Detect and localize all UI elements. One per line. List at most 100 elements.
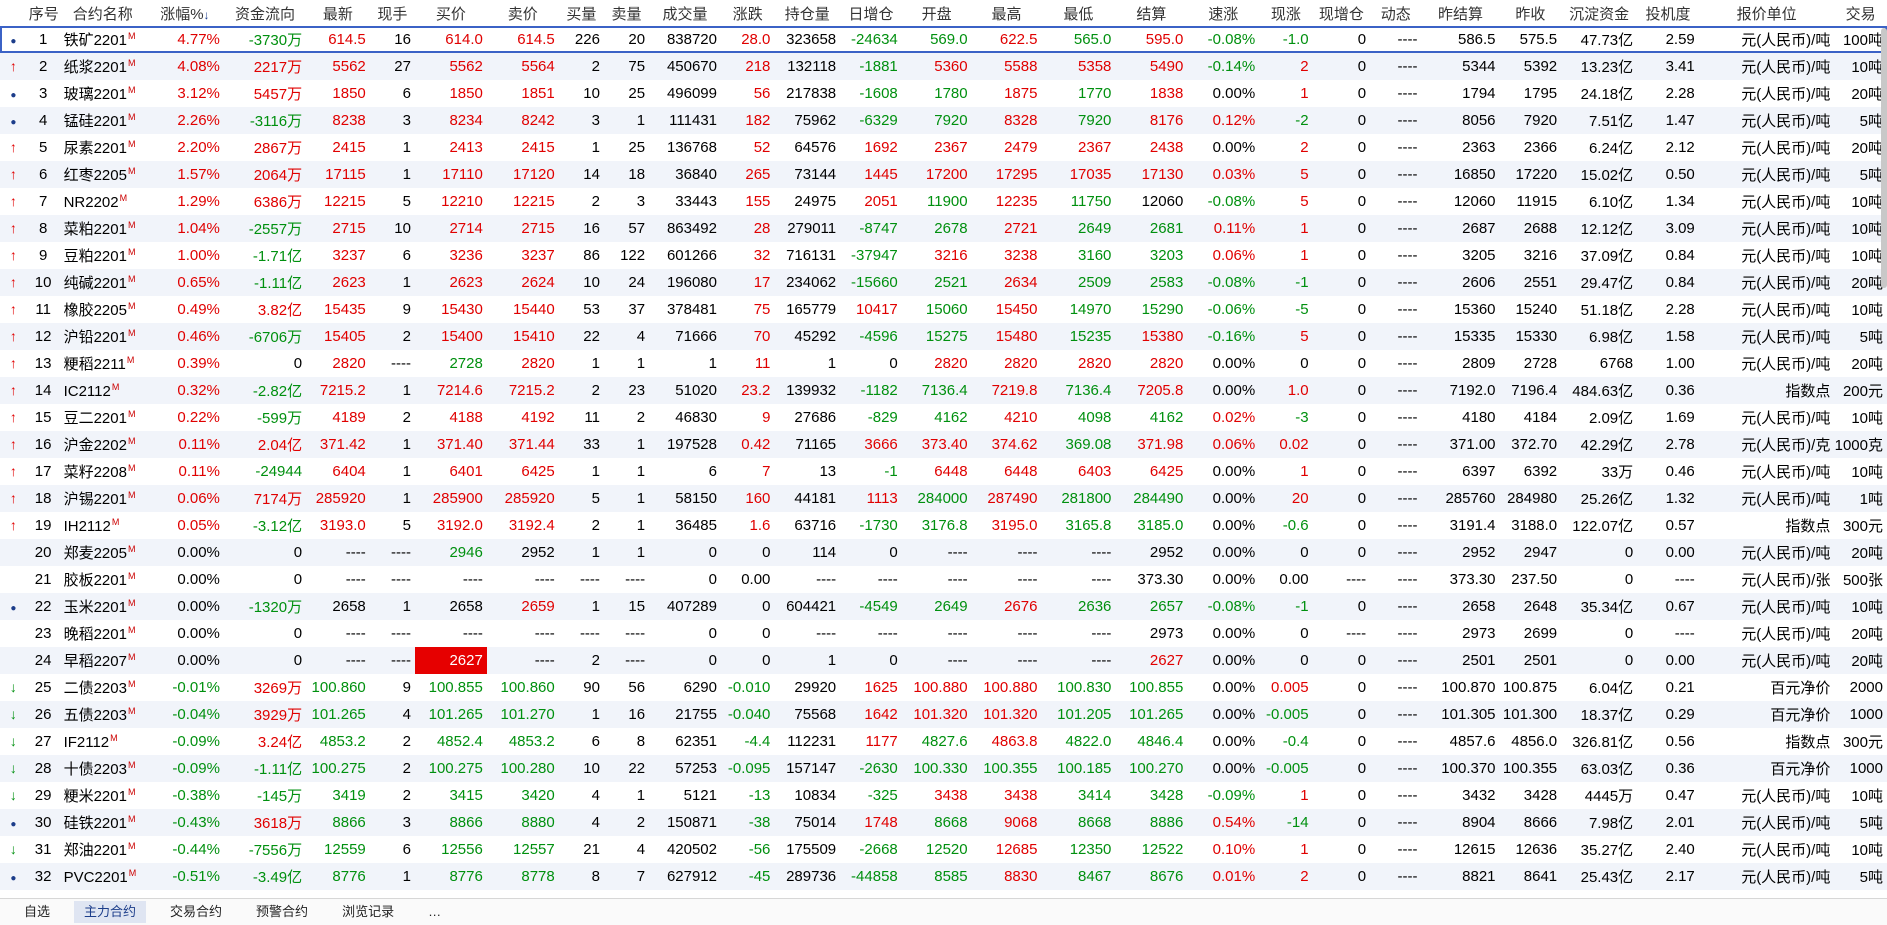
contract-name[interactable]: 粳稻2211: [64, 356, 126, 373]
contract-name[interactable]: 尿素2201: [64, 140, 127, 157]
table-row[interactable]: ↓ 29 粳米2201M -0.38% -145万 3419 2 3415 3420 4 1 5121…: [0, 782, 1887, 809]
vertical-scrollbar[interactable]: [1881, 28, 1887, 288]
table-row[interactable]: ↑ 5 尿素2201M 2.20% 2867万 2415 1 2413 2415 1 25 13676…: [0, 134, 1887, 161]
col-header-now_oi[interactable]: 现增仓: [1313, 0, 1371, 26]
table-row[interactable]: 23 晚稻2201M 0.00% 0 ---- ---- ---- ---- ---- ---- 0…: [0, 620, 1887, 647]
col-header-bid[interactable]: 买价: [415, 0, 487, 26]
contract-name[interactable]: 红枣2205: [64, 167, 127, 184]
contract-name[interactable]: 豆粕2201: [64, 248, 127, 265]
table-row[interactable]: ● 22 玉米2201M 0.00% -1320万 2658 1 2658 2659 1 15 407…: [0, 593, 1887, 620]
tab-1[interactable]: 自选: [14, 901, 60, 923]
contract-name[interactable]: 二债2203: [64, 680, 127, 697]
col-header-bid_qty[interactable]: 买量: [559, 0, 604, 26]
table-row[interactable]: ● 3 玻璃2201M 3.12% 5457万 1850 6 1850 1851 10 25 4960…: [0, 80, 1887, 107]
col-header-dyn[interactable]: 动态: [1370, 0, 1421, 26]
col-header-speed[interactable]: 速涨: [1187, 0, 1259, 26]
table-row[interactable]: ↓ 28 十债2203M -0.09% -1.11亿 100.275 2 100.275 100…: [0, 755, 1887, 782]
col-header-pre_close[interactable]: 昨收: [1500, 0, 1562, 26]
tab-6[interactable]: …: [418, 901, 451, 923]
contract-name[interactable]: 豆二2201: [64, 410, 127, 427]
contract-name[interactable]: 十债2203: [64, 761, 127, 778]
contract-name[interactable]: IF2112: [64, 734, 110, 751]
table-row[interactable]: ● 30 硅铁2201M -0.43% 3618万 8866 3 8866 8880 4 2 1508…: [0, 809, 1887, 836]
table-row[interactable]: ↓ 31 郑油2201M -0.44% -7556万 12559 6 12556 12557 21…: [0, 836, 1887, 863]
col-header-high[interactable]: 最高: [972, 0, 1042, 26]
contract-name[interactable]: 菜籽2208: [64, 464, 127, 481]
col-header-settle[interactable]: 结算: [1115, 0, 1187, 26]
col-header-change[interactable]: 涨跌: [721, 0, 774, 26]
tab-5[interactable]: 浏览记录: [332, 901, 404, 923]
table-row[interactable]: ↑ 19 IH2112M 0.05% -3.12亿 3193.0 5 3192.0 3192.4…: [0, 512, 1887, 539]
contract-name[interactable]: 沪锡2201: [64, 491, 127, 508]
contract-name[interactable]: 硅铁2201: [64, 815, 127, 832]
col-header-pre_settle[interactable]: 昨结算: [1421, 0, 1499, 26]
table-row[interactable]: ↑ 2 纸浆2201M 4.08% 2217万 5562 27 5562 5564 2 75 4506…: [0, 53, 1887, 80]
col-header-oi_chg[interactable]: 日增仓: [840, 0, 902, 26]
table-row[interactable]: 21 胶板2201M 0.00% 0 ---- ---- ---- ---- ---- ---- 0…: [0, 566, 1887, 593]
col-header-low[interactable]: 最低: [1041, 0, 1115, 26]
tab-2[interactable]: 主力合约: [74, 901, 147, 923]
table-row[interactable]: ↓ 26 五债2203M -0.04% 3929万 101.265 4 101.265 101.…: [0, 701, 1887, 728]
contract-name[interactable]: 纸浆2201: [64, 59, 127, 76]
table-row[interactable]: ↑ 10 纯碱2201M 0.65% -1.11亿 2623 1 2623 2624 10 24 19…: [0, 269, 1887, 296]
contract-name[interactable]: IC2112: [64, 383, 111, 400]
col-header-pct[interactable]: 涨幅%↓: [146, 0, 224, 26]
col-header-vol_now[interactable]: 现手: [370, 0, 415, 26]
col-header-ask_qty[interactable]: 卖量: [604, 0, 649, 26]
table-row[interactable]: ↑ 8 菜粕2201M 1.04% -2557万 2715 10 2714 2715 16 57 86…: [0, 215, 1887, 242]
col-header-sediment[interactable]: 沉淀资金: [1561, 0, 1637, 26]
table-row[interactable]: ↑ 13 粳稻2211M 0.39% 0 2820 ---- 2728 2820 1 1 1 11 1 0 2…: [0, 350, 1887, 377]
contract-name[interactable]: 五债2203: [64, 707, 127, 724]
table-row[interactable]: ↑ 7 NR2202M 1.29% 6386万 12215 5 12210 12215 2 3 334…: [0, 188, 1887, 215]
contract-name[interactable]: 沪铅2201: [64, 329, 127, 346]
contract-name[interactable]: 橡胶2205: [64, 302, 127, 319]
contract-name[interactable]: 晚稻2201: [64, 626, 127, 643]
table-row[interactable]: 20 郑麦2205M 0.00% 0 ---- ---- 2946 2952 1 1 0 0 114 0 -…: [0, 539, 1887, 566]
contract-name[interactable]: PVC2201: [64, 869, 128, 886]
contract-name[interactable]: 玉米2201: [64, 599, 127, 616]
col-header-oi[interactable]: 持仓量: [774, 0, 840, 26]
contract-name[interactable]: 早稻2207: [64, 653, 127, 670]
table-row[interactable]: ↓ 27 IF2112M -0.09% 3.24亿 4853.2 2 4852.4 4853.2…: [0, 728, 1887, 755]
contract-name[interactable]: 胶板2201: [64, 572, 127, 589]
contract-name[interactable]: 沪金2202: [64, 437, 127, 454]
table-row[interactable]: ↓ 25 二债2203M -0.01% 3269万 100.860 9 100.855 100.…: [0, 674, 1887, 701]
contract-name[interactable]: 郑油2201: [64, 842, 127, 859]
col-header-seq[interactable]: 序号: [27, 0, 60, 26]
table-row[interactable]: ↑ 11 橡胶2205M 0.49% 3.82亿 15435 9 15430 15440 53 37…: [0, 296, 1887, 323]
contract-name[interactable]: 郑麦2205: [64, 545, 127, 562]
col-header-flow[interactable]: 资金流向: [224, 0, 306, 26]
tab-4[interactable]: 预警合约: [246, 901, 318, 923]
col-header-unit[interactable]: 报价单位: [1699, 0, 1835, 26]
col-header-mark[interactable]: [0, 0, 27, 26]
table-row[interactable]: ↑ 16 沪金2202M 0.11% 2.04亿 371.42 1 371.40 371.44 3…: [0, 431, 1887, 458]
contract-name[interactable]: 玻璃2201: [64, 86, 127, 103]
table-row[interactable]: ● 4 锰硅2201M 2.26% -3116万 8238 3 8234 8242 3 1 11143…: [0, 107, 1887, 134]
contract-name[interactable]: IH2112: [64, 518, 111, 535]
col-header-ask[interactable]: 卖价: [487, 0, 559, 26]
sort-desc-icon[interactable]: ↓: [204, 8, 210, 22]
table-row[interactable]: 24 早稻2207M 0.00% 0 ---- ---- 2627 ---- 2 ---- 0 0 1 0…: [0, 647, 1887, 674]
col-header-trade[interactable]: 交易: [1834, 0, 1887, 26]
table-row[interactable]: ↑ 14 IC2112M 0.32% -2.82亿 7215.2 1 7214.6 7215.2…: [0, 377, 1887, 404]
table-row[interactable]: ↑ 17 菜籽2208M 0.11% -24944 6404 1 6401 6425 1 1 6 7 13…: [0, 458, 1887, 485]
contract-name[interactable]: NR2202: [64, 194, 119, 211]
contract-name[interactable]: 铁矿2201: [64, 32, 127, 49]
table-row[interactable]: ↑ 18 沪锡2201M 0.06% 7174万 285920 1 285900 285920 5…: [0, 485, 1887, 512]
col-header-leverage[interactable]: 投机度: [1637, 0, 1699, 26]
table-row[interactable]: ↑ 12 沪铅2201M 0.46% -6706万 15405 2 15400 15410 22 4…: [0, 323, 1887, 350]
contract-name[interactable]: 锰硅2201: [64, 113, 127, 130]
table-row[interactable]: ● 1 铁矿2201M 4.77% -3730万 614.5 16 614.0 614.5 226…: [0, 26, 1887, 53]
col-header-open[interactable]: 开盘: [902, 0, 972, 26]
table-row[interactable]: ↑ 9 豆粕2201M 1.00% -1.71亿 3237 6 3236 3237 86 122 60…: [0, 242, 1887, 269]
table-row[interactable]: ↑ 15 豆二2201M 0.22% -599万 4189 2 4188 4192 11 2 4683…: [0, 404, 1887, 431]
contract-name[interactable]: 菜粕2201: [64, 221, 127, 238]
col-header-volume[interactable]: 成交量: [649, 0, 721, 26]
col-header-last[interactable]: 最新: [306, 0, 370, 26]
col-header-name[interactable]: 合约名称: [60, 0, 146, 26]
contract-name[interactable]: 纯碱2201: [64, 275, 127, 292]
table-row[interactable]: ● 32 PVC2201M -0.51% -3.49亿 8776 1 8776 8778 8 7 62…: [0, 863, 1887, 890]
contract-name[interactable]: 粳米2201: [64, 788, 127, 805]
table-row[interactable]: ↑ 6 红枣2205M 1.57% 2064万 17115 1 17110 17120 14 18 3…: [0, 161, 1887, 188]
tab-3[interactable]: 交易合约: [160, 901, 232, 923]
